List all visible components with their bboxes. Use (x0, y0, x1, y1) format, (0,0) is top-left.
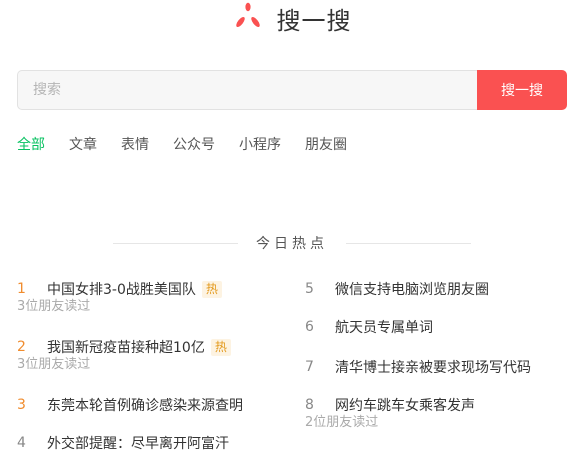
hot-section-header: 今日热点 (113, 233, 471, 253)
hot-rank: 5 (305, 281, 314, 297)
hot-rank: 8 (305, 397, 314, 413)
hot-rank: 1 (17, 281, 26, 297)
tab-articles[interactable]: 文章 (69, 134, 97, 156)
friends-read-count: 3位朋友读过 (17, 357, 91, 372)
hot-item-text: 中国女排3-0战胜美国队 (47, 282, 196, 298)
hot-section-title: 今日热点 (256, 236, 328, 252)
hot-item-3[interactable]: 3 东莞本轮首例确诊感染来源查明 (17, 395, 243, 415)
hot-rank: 3 (17, 397, 26, 413)
hot-item-2[interactable]: 2 我国新冠疫苗接种超10亿 热 3位朋友读过 (17, 337, 231, 373)
wechat-search-logo-icon (235, 2, 260, 27)
divider (113, 242, 238, 244)
hot-item-8[interactable]: 8 网约车跳车女乘客发声 2位朋友读过 (305, 395, 475, 431)
hot-rank: 4 (17, 435, 26, 451)
tab-mini-programs[interactable]: 小程序 (239, 134, 281, 156)
hot-item-text: 微信支持电脑浏览朋友圈 (335, 282, 489, 298)
hot-item-6[interactable]: 6 航天员专属单词 (305, 317, 433, 337)
hot-item-text: 东莞本轮首例确诊感染来源查明 (47, 398, 243, 414)
hot-item-text: 我国新冠疫苗接种超10亿 (47, 340, 205, 356)
hot-item-text: 网约车跳车女乘客发声 (335, 398, 475, 414)
page-title: 搜一搜 (276, 6, 352, 35)
divider (346, 242, 471, 244)
search-button[interactable]: 搜一搜 (477, 70, 567, 110)
hot-rank: 6 (305, 319, 314, 335)
tab-moments[interactable]: 朋友圈 (305, 134, 347, 156)
hot-item-text: 外交部提醒：尽早离开阿富汗 (47, 436, 229, 452)
category-tabs: 全部 文章 表情 公众号 小程序 朋友圈 (17, 134, 347, 156)
search-page: 搜一搜 搜一搜 全部 文章 表情 公众号 小程序 朋友圈 今日热点 1 中国女排… (0, 0, 582, 468)
tab-all[interactable]: 全部 (17, 134, 45, 156)
tab-official-accounts[interactable]: 公众号 (173, 134, 215, 156)
hot-rank: 7 (305, 359, 314, 375)
hot-item-5[interactable]: 5 微信支持电脑浏览朋友圈 (305, 279, 489, 299)
hot-item-text: 清华博士接亲被要求现场写代码 (335, 360, 531, 376)
hot-item-text: 航天员专属单词 (335, 320, 433, 336)
hot-badge: 热 (201, 280, 222, 298)
hot-rank: 2 (17, 339, 26, 355)
search-input[interactable] (17, 70, 477, 110)
header: 搜一搜 (0, 0, 582, 36)
tab-stickers[interactable]: 表情 (121, 134, 149, 156)
hot-item-4[interactable]: 4 外交部提醒：尽早离开阿富汗 (17, 433, 229, 453)
logo-group: 搜一搜 (231, 1, 352, 36)
hot-badge: 热 (210, 338, 231, 356)
search-bar: 搜一搜 (17, 70, 567, 110)
friends-read-count: 2位朋友读过 (305, 415, 379, 430)
hot-item-1[interactable]: 1 中国女排3-0战胜美国队 热 3位朋友读过 (17, 279, 222, 315)
friends-read-count: 3位朋友读过 (17, 299, 91, 314)
hot-item-7[interactable]: 7 清华博士接亲被要求现场写代码 (305, 357, 531, 377)
